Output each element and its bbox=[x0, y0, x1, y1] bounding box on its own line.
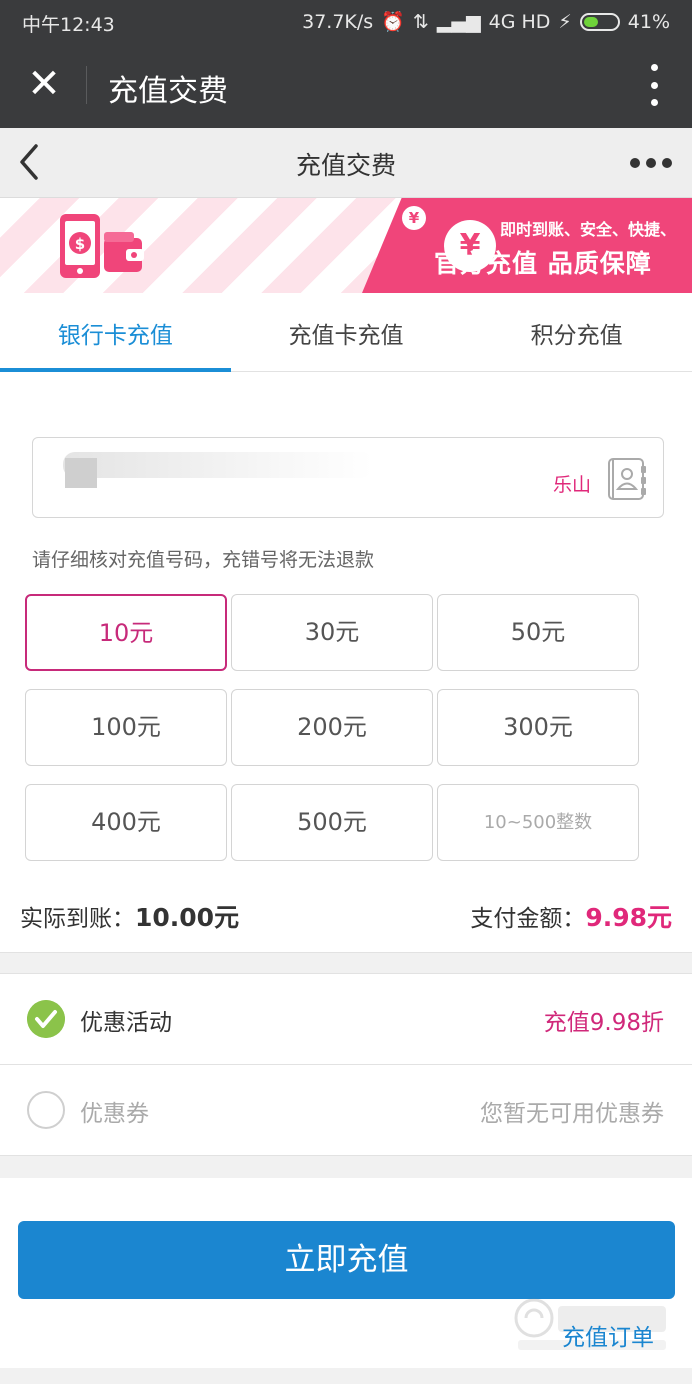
title-divider bbox=[86, 66, 87, 104]
banner-headline: 官方充值 品质保障 bbox=[434, 249, 652, 278]
number-notice: 请仔细核对充值号码，充错号将无法退款 bbox=[32, 549, 375, 571]
phone-region: 乐山 bbox=[552, 474, 591, 496]
amount-option-400[interactable]: 400元 bbox=[25, 784, 227, 861]
phone-payment-icon: $ bbox=[60, 214, 144, 278]
tab-recharge-card[interactable]: 充值卡充值 bbox=[231, 293, 462, 371]
checkmark-icon[interactable] bbox=[27, 1000, 65, 1038]
more-vertical-icon[interactable] bbox=[644, 64, 664, 106]
promo-banner[interactable]: $ ¥ ¥ 即时到账、安全、快捷、 官方充值 品质保障 bbox=[0, 198, 692, 293]
coupon-row[interactable]: 优惠券 您暂无可用优惠券 bbox=[0, 1065, 692, 1156]
section-divider bbox=[0, 1156, 692, 1178]
page-header: 充值交费 bbox=[0, 128, 692, 198]
totals-row: 实际到账：10.00元 支付金额：9.98元 bbox=[0, 892, 692, 952]
pay-label: 支付金额： bbox=[470, 906, 586, 932]
tab-bank-card[interactable]: 银行卡充值 bbox=[0, 293, 231, 372]
status-indicators: 37.7K/s ⏰ ⇅ ▂▄▆ 4G HD ⚡ 41% bbox=[302, 10, 670, 34]
yen-badge-icon: ¥ bbox=[402, 206, 426, 230]
charging-icon: ⚡ bbox=[558, 10, 572, 33]
received-value: 10.00元 bbox=[135, 903, 240, 932]
network-type: 4G HD bbox=[488, 10, 551, 33]
page-title: 充值交费 bbox=[295, 151, 396, 180]
alarm-off-icon: ⏰ bbox=[381, 11, 405, 33]
amount-option-10[interactable]: 10元 bbox=[25, 594, 227, 671]
coupon-value: 您暂无可用优惠券 bbox=[480, 1101, 664, 1127]
contacts-book-icon[interactable] bbox=[603, 456, 649, 502]
close-icon[interactable]: ✕ bbox=[22, 62, 66, 106]
battery-level: 41% bbox=[627, 10, 670, 33]
redacted-digit bbox=[65, 458, 97, 488]
radio-unchecked-icon[interactable] bbox=[27, 1091, 65, 1129]
recharge-tabs: 银行卡充值 充值卡充值 积分充值 bbox=[0, 293, 692, 372]
amount-option-300[interactable]: 300元 bbox=[437, 689, 639, 766]
section-divider bbox=[0, 952, 692, 974]
status-bar: 中午12:43 37.7K/s ⏰ ⇅ ▂▄▆ 4G HD ⚡ 41% bbox=[0, 0, 692, 42]
amount-option-50[interactable]: 50元 bbox=[437, 594, 639, 671]
amount-option-100[interactable]: 100元 bbox=[25, 689, 227, 766]
amount-option-500[interactable]: 500元 bbox=[231, 784, 433, 861]
banner-tagline: 即时到账、安全、快捷、 bbox=[500, 220, 677, 239]
amount-option-200[interactable]: 200元 bbox=[231, 689, 433, 766]
amount-option-30[interactable]: 30元 bbox=[231, 594, 433, 671]
bottom-strip bbox=[0, 1368, 692, 1384]
window-title: 充值交费 bbox=[108, 74, 228, 109]
pay-amount: 支付金额：9.98元 bbox=[470, 898, 672, 934]
battery-icon bbox=[579, 12, 620, 31]
phone-number-input[interactable]: 乐山 bbox=[32, 437, 664, 518]
svg-text:$: $ bbox=[75, 235, 85, 253]
promotion-row[interactable]: 优惠活动 充值9.98折 bbox=[0, 974, 692, 1065]
wechat-title-bar: ✕ 充值交费 bbox=[0, 42, 692, 128]
promotion-label: 优惠活动 bbox=[80, 1010, 172, 1036]
tab-points[interactable]: 积分充值 bbox=[461, 293, 692, 371]
custom-amount-input[interactable]: 10~500整数 bbox=[437, 784, 639, 861]
more-horizontal-icon[interactable] bbox=[630, 158, 672, 168]
recharge-now-button[interactable]: 立即充值 bbox=[18, 1221, 675, 1299]
received-label: 实际到账： bbox=[20, 906, 135, 932]
status-time: 中午12:43 bbox=[22, 14, 115, 36]
recharge-orders-link[interactable]: 充值订单 bbox=[562, 1318, 654, 1352]
promotion-value: 充值9.98折 bbox=[543, 1010, 664, 1036]
coupon-label: 优惠券 bbox=[80, 1101, 149, 1127]
signal-icon: ▂▄▆ bbox=[436, 10, 481, 33]
blurred-phone-number bbox=[63, 452, 373, 478]
pay-value: 9.98元 bbox=[585, 903, 672, 932]
data-arrows-icon: ⇅ bbox=[412, 10, 429, 33]
received-amount: 实际到账：10.00元 bbox=[20, 898, 239, 934]
network-speed: 37.7K/s bbox=[302, 10, 374, 33]
